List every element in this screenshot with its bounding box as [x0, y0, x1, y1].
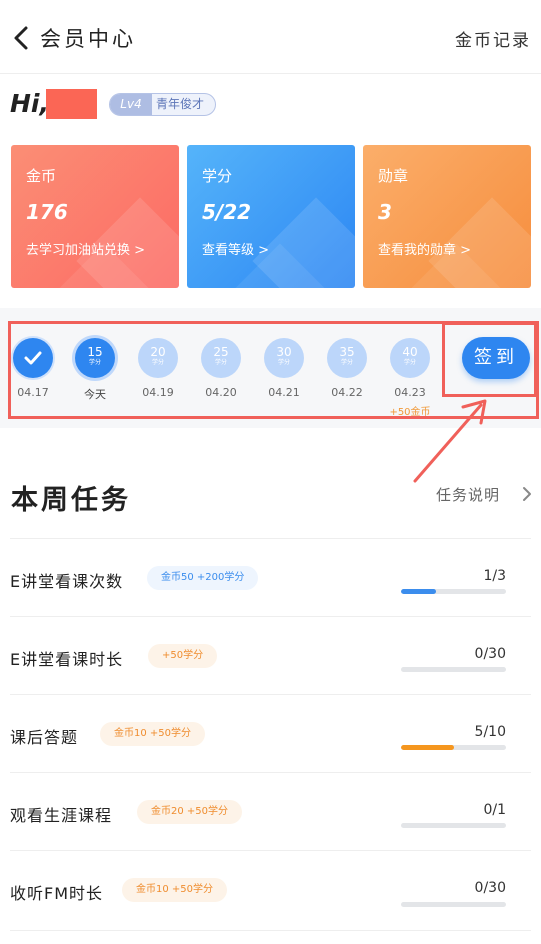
level-number: Lv4	[110, 94, 152, 115]
task-name: 课后答题	[10, 728, 79, 747]
medals-card[interactable]: 勋章 3 查看我的勋章 >	[363, 145, 531, 288]
medals-value: 3	[378, 200, 392, 224]
divider	[10, 850, 531, 851]
task-name: 收听FM时长	[10, 884, 104, 903]
view-medals-link[interactable]: 查看我的勋章 >	[378, 241, 528, 261]
view-level-link[interactable]: 查看等级 >	[202, 241, 352, 261]
weekly-tasks-title: 本周任务	[11, 485, 131, 516]
annotation-arrow-icon	[413, 399, 487, 483]
task-reward-tag: +50学分	[148, 644, 218, 668]
task-progress-bar	[401, 823, 506, 828]
coins-card[interactable]: 金币 176 去学习加油站兑换 >	[11, 145, 179, 288]
task-help-link[interactable]: 任务说明	[436, 484, 500, 505]
task-progress-text: 1/3	[483, 568, 506, 584]
credits-value: 5/22	[202, 200, 252, 224]
level-badge[interactable]: Lv4 青年俊才	[109, 93, 216, 116]
task-progress-bar	[401, 589, 506, 594]
medals-label: 勋章	[378, 167, 409, 185]
divider	[10, 616, 531, 617]
task-name: E讲堂看课时长	[10, 650, 124, 669]
task-progress-bar	[401, 667, 506, 672]
task-reward-tag: 金币50 +200学分	[147, 566, 259, 590]
credits-label: 学分	[202, 167, 233, 185]
task-progress-text: 0/30	[474, 646, 506, 662]
divider	[10, 538, 531, 539]
task-progress-bar	[401, 745, 506, 750]
page-title: 会员中心	[40, 27, 136, 51]
credits-card[interactable]: 学分 5/22 查看等级 >	[187, 145, 355, 288]
task-progress-fill	[401, 589, 436, 594]
task-reward-tag: 金币20 +50学分	[137, 800, 243, 824]
task-name: 观看生涯课程	[10, 806, 113, 825]
greeting: Hi,	[10, 89, 49, 118]
coin-record-link[interactable]: 金币记录	[455, 26, 531, 51]
task-progress-bar	[401, 902, 506, 907]
task-progress-fill	[401, 745, 454, 750]
task-progress-text: 0/30	[474, 880, 506, 896]
coins-exchange-link[interactable]: 去学习加油站兑换 >	[26, 241, 176, 261]
header: 会员中心 金币记录	[0, 0, 541, 74]
coins-label: 金币	[26, 167, 57, 185]
redacted-username	[46, 89, 97, 119]
level-title: 青年俊才	[156, 97, 205, 111]
task-progress-text: 5/10	[474, 724, 506, 740]
signin-button[interactable]: 签到	[462, 337, 530, 379]
divider	[10, 694, 531, 695]
task-progress-text: 0/1	[483, 802, 506, 818]
divider	[10, 930, 531, 931]
chevron-right-icon[interactable]	[522, 486, 532, 502]
back-arrow-icon[interactable]	[10, 24, 32, 52]
divider	[10, 772, 531, 773]
task-name: E讲堂看课次数	[10, 572, 124, 591]
task-reward-tag: 金币10 +50学分	[122, 878, 228, 902]
task-reward-tag: 金币10 +50学分	[100, 722, 206, 746]
coins-value: 176	[26, 200, 68, 224]
